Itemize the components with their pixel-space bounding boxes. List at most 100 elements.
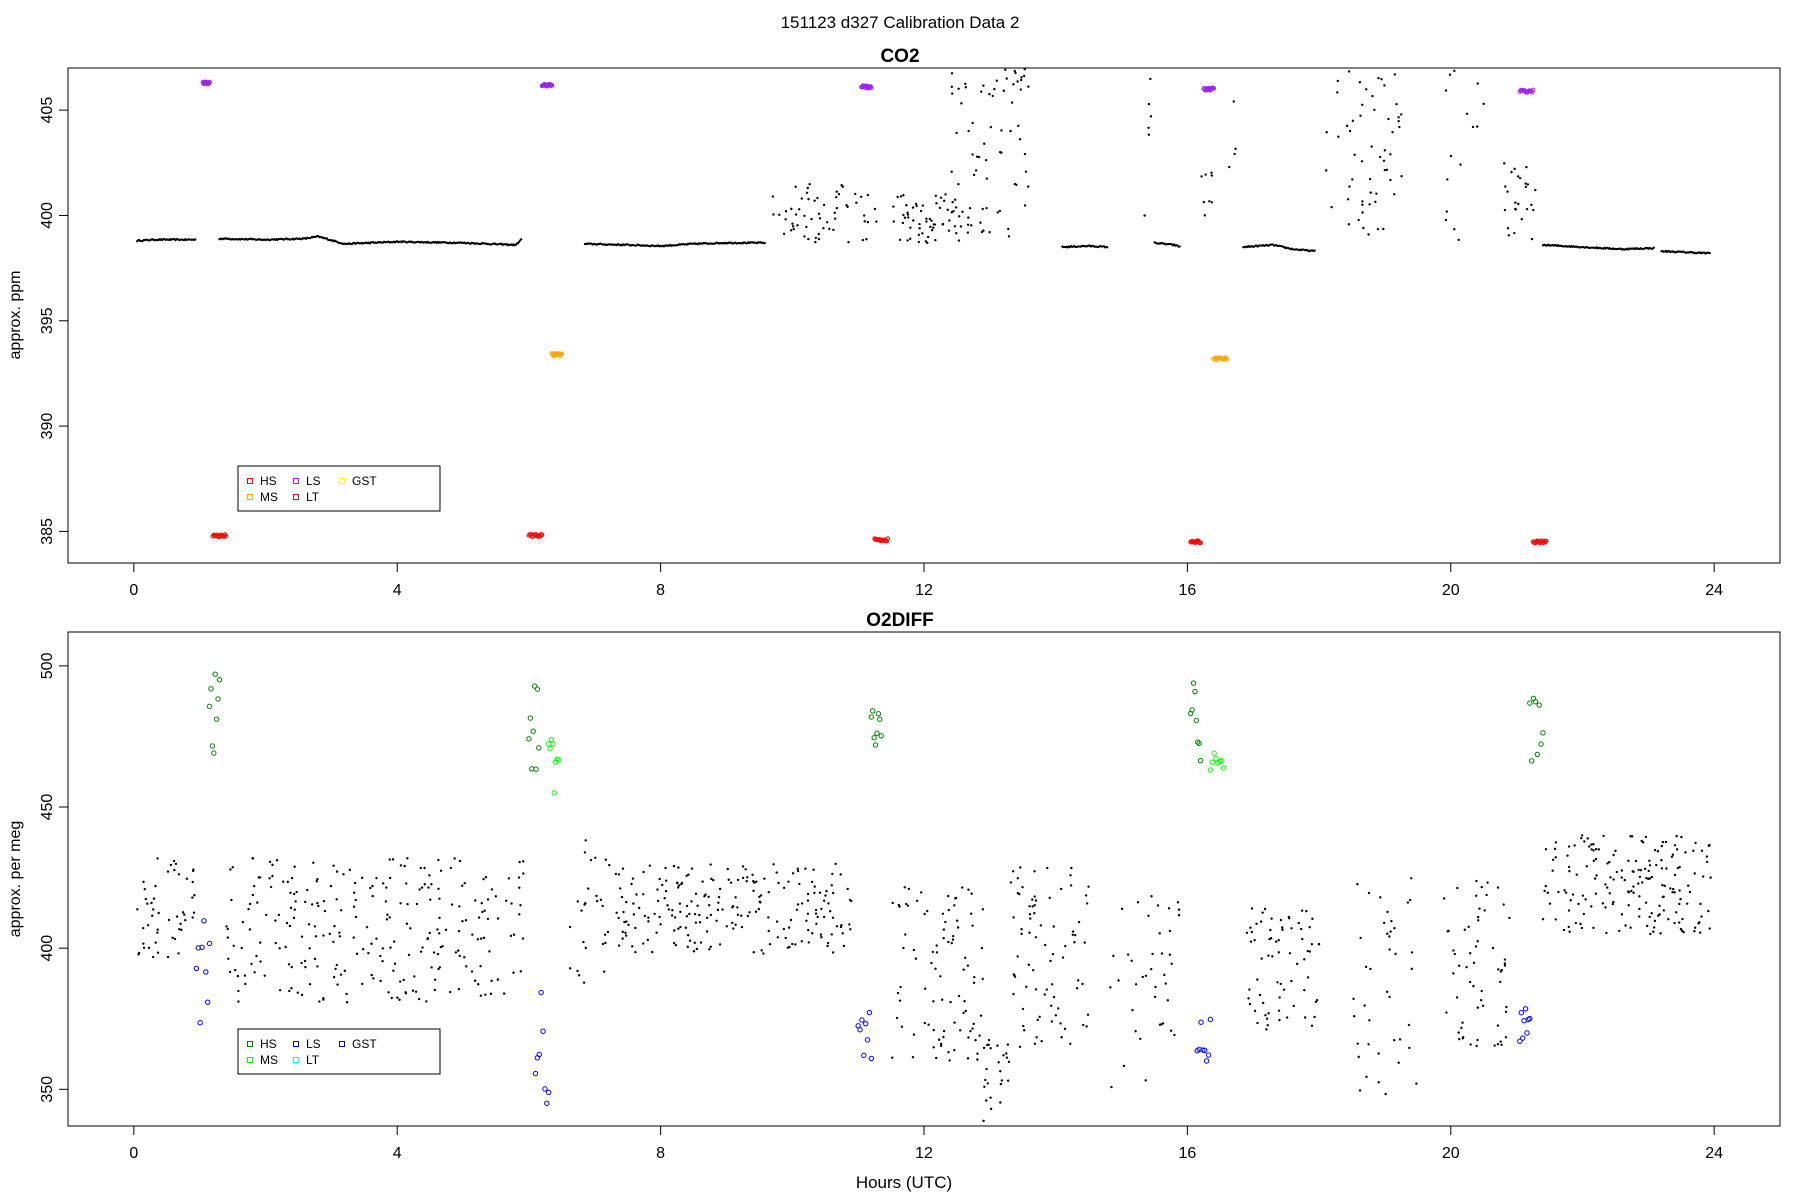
o2diff-sample-point: [137, 951, 141, 955]
o2diff-sample-point: [614, 872, 618, 876]
o2diff-sample-point: [438, 932, 441, 935]
o2diff-sample-point: [496, 917, 500, 920]
o2diff-sample-point: [1415, 1082, 1418, 1085]
co2-sample-point: [1525, 165, 1528, 169]
co2-sample-point: [911, 206, 915, 209]
co2-sample-point: [980, 230, 984, 234]
o2diff-sample-point: [1445, 1011, 1448, 1014]
o2diff-sample-point: [966, 964, 970, 967]
o2diff-x-tick-label: 0: [129, 1145, 138, 1162]
o2diff-sample-point: [736, 878, 740, 882]
o2diff-sample-point: [1023, 1029, 1026, 1032]
o2diff-sample-point: [464, 919, 468, 922]
o2diff-sample-point: [930, 961, 933, 965]
o2diff-sample-point: [1469, 1043, 1472, 1046]
o2diff-sample-point: [1673, 873, 1677, 877]
o2diff-calibration-point-hs: [216, 677, 223, 683]
co2-sample-point: [899, 195, 903, 198]
o2diff-sample-point: [191, 916, 194, 919]
o2diff-sample-point: [796, 903, 800, 906]
co2-sample-point: [866, 193, 870, 197]
o2diff-sample-point: [1661, 840, 1665, 844]
co2-sample-point: [993, 87, 996, 91]
o2diff-calibration-point-hs: [527, 715, 534, 721]
o2diff-sample-point: [1627, 904, 1630, 907]
o2diff-calibration-point-ls: [197, 1019, 203, 1026]
co2-sample-point: [789, 229, 793, 232]
o2diff-sample-point: [1253, 938, 1256, 942]
o2diff-sample-point: [1692, 849, 1695, 852]
o2diff-sample-point: [637, 906, 641, 910]
o2diff-sample-point: [1644, 835, 1648, 839]
o2diff-sample-point: [814, 908, 818, 912]
co2-sample-point: [1023, 67, 1026, 71]
o2diff-sample-point: [721, 908, 724, 911]
o2diff-x-axis: 0 4 8 12 16 20 24: [129, 1125, 1723, 1162]
co2-sample-point: [1149, 77, 1152, 81]
o2diff-sample-point: [1021, 1007, 1025, 1011]
o2diff-sample-point: [1620, 876, 1623, 879]
o2diff-sample-point: [336, 983, 339, 986]
o2diff-sample-point: [1064, 944, 1067, 948]
o2diff-sample-point: [461, 884, 464, 887]
o2diff-sample-point: [296, 991, 299, 994]
o2diff-sample-point: [1503, 964, 1507, 967]
o2diff-sample-point: [608, 863, 611, 867]
o2diff-sample-point: [1457, 964, 1461, 967]
o2diff-sample-point: [620, 895, 624, 899]
o2diff-sample-point: [906, 904, 910, 907]
co2-sample-point: [1023, 204, 1027, 207]
o2diff-sample-point: [1562, 928, 1566, 932]
o2diff-sample-point: [300, 935, 304, 938]
o2diff-sample-point: [488, 950, 491, 953]
o2diff-sample-point: [1641, 881, 1644, 884]
o2diff-sample-point: [1356, 882, 1359, 886]
o2diff-sample-point: [1502, 903, 1505, 906]
co2-x-tick-label: 24: [1705, 582, 1723, 599]
o2diff-sample-point: [1679, 897, 1682, 901]
o2diff-calibration-point-ms: [1211, 750, 1217, 757]
o2diff-sample-point: [183, 913, 186, 916]
co2-sample-point: [1389, 178, 1392, 182]
o2diff-calibration-point-hs: [529, 766, 535, 772]
co2-legend-label: LT: [306, 490, 320, 504]
o2diff-sample-point: [1269, 928, 1272, 932]
o2diff-sample-point: [290, 987, 293, 990]
o2diff-sample-point: [1019, 866, 1022, 869]
o2diff-sample-point: [767, 916, 770, 919]
co2-sample-point: [816, 196, 819, 200]
o2diff-sample-point: [450, 903, 454, 906]
o2diff-sample-point: [1261, 911, 1264, 914]
o2diff-sample-point: [1669, 887, 1672, 890]
o2diff-sample-point: [1045, 988, 1048, 991]
o2diff-sample-point: [1569, 899, 1572, 902]
o2diff-sample-point: [1356, 1042, 1359, 1045]
co2-sample-point: [1208, 200, 1211, 203]
o2diff-sample-point: [157, 911, 160, 915]
o2diff-sample-point: [1456, 886, 1459, 890]
co2-sample-point: [1348, 129, 1352, 133]
o2diff-sample-point: [782, 886, 786, 890]
o2diff-sample-point: [625, 934, 628, 937]
o2diff-sample-point: [437, 858, 440, 862]
o2diff-sample-point: [582, 981, 586, 984]
o2diff-sample-point: [621, 867, 625, 870]
co2-sample-point: [847, 240, 850, 244]
o2diff-sample-point: [784, 936, 787, 940]
co2-sample-point: [921, 204, 925, 207]
o2diff-sample-point: [1543, 889, 1546, 893]
co2-sample-point: [988, 92, 991, 96]
o2diff-sample-point: [1593, 877, 1597, 880]
co2-sample-point: [1518, 176, 1522, 180]
o2diff-sample-point: [658, 877, 661, 881]
o2diff-sample-point: [1279, 918, 1283, 922]
co2-sample-point: [778, 213, 781, 216]
o2diff-sample-point: [810, 880, 814, 884]
o2diff-sample-point: [292, 916, 296, 920]
co2-sample-point: [906, 211, 909, 214]
co2-sample-point: [1004, 68, 1007, 71]
co2-y-axis: 385390395400405: [39, 97, 69, 545]
o2diff-sample-point: [192, 911, 196, 914]
o2diff-sample-point: [686, 934, 690, 937]
o2diff-sample-point: [787, 926, 791, 929]
